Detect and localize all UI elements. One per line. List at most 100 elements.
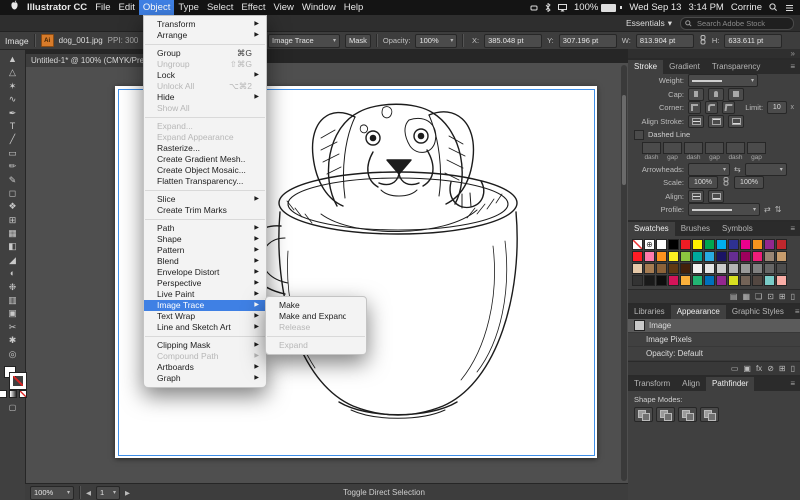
search-input[interactable] (695, 17, 789, 29)
fill-stroke-indicator[interactable] (3, 365, 27, 390)
submenu-item[interactable]: ▶ (267, 336, 365, 337)
zoom-dropdown[interactable]: 100% ▾ (30, 485, 74, 500)
object-menu-item[interactable]: ▶ (145, 117, 265, 118)
menubar-user[interactable]: Corrine (731, 2, 762, 13)
color-mode-button[interactable] (0, 389, 7, 398)
object-menu-item[interactable]: Blend ▶ (144, 256, 266, 267)
object-menu-item[interactable]: Lock ▶ (144, 70, 266, 81)
dash-field[interactable] (642, 141, 661, 154)
panel-menu-icon[interactable]: ≡ (785, 60, 800, 74)
y-field[interactable]: 307.196 pt (558, 33, 617, 48)
dash-field[interactable] (684, 141, 703, 154)
swatch[interactable] (728, 238, 739, 250)
notification-center-icon[interactable] (785, 4, 794, 12)
shape-builder-tool[interactable]: ❖ (3, 200, 22, 213)
canvas-pasteboard[interactable] (25, 63, 628, 483)
swatch[interactable] (668, 250, 679, 262)
hand-tool[interactable]: ✱ (3, 334, 22, 347)
add-effect-icon[interactable]: fx (756, 364, 762, 373)
show-swatch-kinds-icon[interactable]: ▦ (742, 292, 750, 301)
pencil-tool[interactable]: ✎ (3, 174, 22, 187)
menubar-item[interactable]: Type (174, 0, 203, 15)
panel-tab[interactable]: Swatches (628, 221, 675, 236)
submenu-item[interactable]: Make ▶ (266, 300, 366, 311)
object-menu-item[interactable]: Image Trace ▶ (144, 300, 266, 311)
swatch[interactable] (764, 274, 775, 286)
panel-tab[interactable]: Align (676, 377, 706, 391)
swatch[interactable] (752, 238, 763, 250)
swatch[interactable] (632, 262, 643, 274)
menubar-item[interactable]: Edit (115, 0, 139, 15)
object-menu-item[interactable]: Create Gradient Mesh... ▶ (144, 154, 266, 165)
unite-button[interactable] (634, 407, 653, 422)
mask-button[interactable]: Mask (345, 33, 371, 48)
object-menu-item[interactable]: Expand... ▶ (144, 121, 266, 132)
align-stroke-center-button[interactable] (688, 114, 704, 128)
object-menu-item[interactable]: Group ⌘G ▶ (144, 48, 266, 59)
menubar-date[interactable]: Wed Sep 13 (629, 2, 681, 13)
object-menu-item[interactable]: Clipping Mask ▶ (144, 340, 266, 351)
swatch[interactable] (728, 274, 739, 286)
link-dimensions-icon[interactable] (699, 34, 707, 47)
menubar-item[interactable]: File (91, 0, 114, 15)
magic-wand-tool[interactable]: ✶ (3, 80, 22, 93)
swatch[interactable] (632, 250, 643, 262)
arrowhead-scale-end-field[interactable]: 100% (734, 176, 764, 190)
swatch[interactable] (728, 250, 739, 262)
blend-tool[interactable]: ◐ (3, 267, 22, 280)
panel-tab[interactable]: Symbols (716, 222, 759, 236)
w-field[interactable]: 813.904 pt (635, 33, 694, 48)
apple-menu-icon[interactable] (6, 0, 23, 15)
swatch[interactable] (692, 238, 703, 250)
flip-along-icon[interactable]: ⇄ (764, 205, 771, 214)
lasso-tool[interactable]: ∿ (3, 93, 22, 106)
panel-tab[interactable]: Brushes (675, 222, 716, 236)
object-menu-item[interactable]: Perspective ▶ (144, 278, 266, 289)
stroke-swatch[interactable] (8, 371, 27, 390)
object-menu-item[interactable]: Unlock All ⌥⌘2 ▶ (144, 81, 266, 92)
panel-tab[interactable]: Stroke (628, 60, 664, 74)
free-transform-tool[interactable]: ◻ (3, 187, 22, 200)
rectangle-tool[interactable]: ▭ (3, 147, 22, 160)
exclude-button[interactable] (700, 407, 719, 422)
swatch[interactable] (680, 262, 691, 274)
gradient-tool[interactable]: ◧ (3, 240, 22, 253)
canvas-vertical-scrollbar[interactable] (621, 65, 627, 481)
panel-tab[interactable]: Gradient (663, 60, 706, 74)
panel-tab[interactable]: Libraries (628, 305, 671, 319)
swatch[interactable] (704, 262, 715, 274)
object-menu-item[interactable]: Shape ▶ (144, 234, 266, 245)
object-menu-item[interactable]: Pattern ▶ (144, 245, 266, 256)
delete-item-icon[interactable]: ▯ (791, 364, 795, 373)
swatch[interactable] (656, 250, 667, 262)
intersect-button[interactable] (678, 407, 697, 422)
swatch[interactable] (776, 274, 787, 286)
slice-tool[interactable]: ✂ (3, 321, 22, 334)
swatch[interactable] (692, 262, 703, 274)
stroke-weight-dropdown[interactable]: ▾ (688, 74, 758, 88)
pen-tool[interactable]: ✒ (3, 107, 22, 120)
swatch[interactable] (776, 262, 787, 274)
appearance-row[interactable]: Opacity: Default (628, 347, 800, 361)
keyboard-brightness-icon[interactable] (530, 4, 538, 12)
object-menu-item[interactable]: Transform ▶ (144, 19, 266, 30)
swatch[interactable] (632, 238, 643, 250)
swatch[interactable] (728, 262, 739, 274)
swatch[interactable] (716, 274, 727, 286)
next-artboard-button[interactable]: ▶ (125, 489, 130, 497)
minus-front-button[interactable] (656, 407, 675, 422)
previous-artboard-button[interactable]: ◀ (86, 489, 91, 497)
swatch[interactable] (656, 274, 667, 286)
swatch[interactable] (716, 238, 727, 250)
swatch[interactable] (740, 262, 751, 274)
swatch[interactable] (752, 274, 763, 286)
opacity-dropdown[interactable]: 100% ▾ (415, 33, 458, 48)
menubar-time[interactable]: 3:14 PM (688, 2, 723, 13)
panel-menu-icon[interactable]: ≡ (790, 305, 800, 319)
swatch[interactable] (764, 238, 775, 250)
delete-swatch-icon[interactable]: ▯ (791, 292, 795, 301)
screen-mode-button[interactable]: ▢ (9, 403, 17, 412)
corner-bevel-button[interactable] (722, 101, 736, 115)
corner-miter-button[interactable] (688, 101, 702, 115)
new-color-group-icon[interactable]: ⊡ (767, 292, 774, 301)
